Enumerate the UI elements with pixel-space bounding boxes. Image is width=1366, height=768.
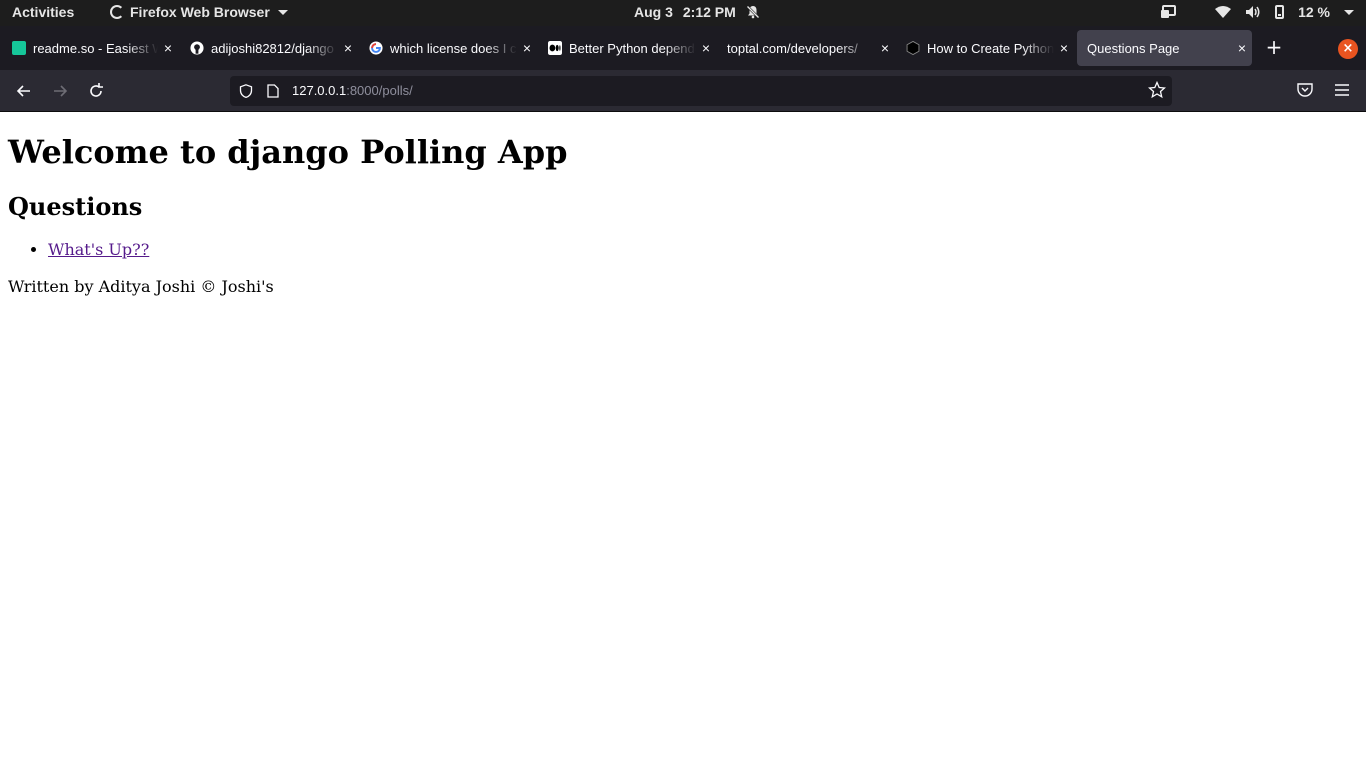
tab-title: readme.so - Easiest Way to Write a READM… bbox=[33, 40, 158, 56]
close-icon[interactable]: × bbox=[158, 40, 178, 56]
tab-title: which license does I choose bbox=[390, 40, 517, 56]
clock[interactable]: Aug 3 2:12 PM bbox=[634, 4, 760, 20]
tab-toptal[interactable]: toptal.com/developers/ × bbox=[717, 30, 895, 66]
page-content: Welcome to django Polling App Questions … bbox=[0, 112, 1366, 768]
bookmark-star-icon[interactable] bbox=[1148, 81, 1166, 99]
readme-so-icon bbox=[12, 41, 26, 55]
question-link[interactable]: What's Up?? bbox=[48, 240, 149, 259]
page-title: Welcome to django Polling App bbox=[8, 133, 568, 171]
footer-text: Written by Aditya Joshi © Joshi's bbox=[8, 277, 274, 296]
page-info-icon[interactable] bbox=[267, 84, 279, 98]
tab-medium[interactable]: Better Python dependency × bbox=[538, 30, 716, 66]
close-icon[interactable]: × bbox=[696, 40, 716, 56]
time-label: 2:12 PM bbox=[682, 4, 736, 20]
medium-icon bbox=[548, 41, 562, 55]
list-item: What's Up?? bbox=[48, 240, 149, 259]
chevron-down-icon bbox=[1344, 9, 1354, 15]
hexagon-icon bbox=[906, 41, 920, 55]
back-arrow-icon[interactable] bbox=[12, 80, 36, 102]
github-icon bbox=[190, 41, 204, 55]
wifi-icon bbox=[1215, 6, 1232, 18]
screen-share-icon bbox=[1161, 5, 1177, 18]
tab-title: How to Create Python bbox=[927, 40, 1054, 56]
new-tab-button[interactable]: + bbox=[1264, 37, 1284, 58]
battery-icon bbox=[1275, 5, 1285, 19]
shield-icon[interactable] bbox=[239, 84, 253, 98]
close-icon[interactable]: × bbox=[1054, 40, 1074, 56]
volume-icon bbox=[1246, 6, 1260, 18]
tab-title: Better Python dependency bbox=[569, 40, 696, 56]
date-label: Aug 3 bbox=[634, 4, 673, 20]
system-top-bar: Activities Firefox Web Browser Aug 3 2:1… bbox=[0, 0, 1366, 26]
tab-title: toptal.com/developers/ bbox=[727, 40, 858, 56]
pocket-icon[interactable] bbox=[1296, 81, 1314, 99]
window-close-button[interactable]: × bbox=[1338, 39, 1358, 59]
tab-strip: readme.so - Easiest Way to Write a READM… bbox=[0, 26, 1366, 70]
reload-icon[interactable] bbox=[84, 80, 108, 102]
navigation-toolbar: 127.0.0.1:8000/polls/ bbox=[0, 70, 1366, 112]
close-icon[interactable]: × bbox=[517, 40, 537, 56]
battery-percentage: 12 % bbox=[1298, 4, 1330, 20]
questions-heading: Questions bbox=[8, 192, 143, 221]
tab-title: Questions Page bbox=[1087, 40, 1180, 56]
url-text[interactable]: 127.0.0.1:8000/polls/ bbox=[292, 83, 413, 98]
tab-questions-page[interactable]: Questions Page × bbox=[1077, 30, 1252, 66]
tab-title: adijoshi82812/django bbox=[211, 40, 334, 56]
hamburger-menu-icon[interactable] bbox=[1333, 82, 1351, 98]
activities-button[interactable]: Activities bbox=[12, 4, 74, 20]
close-icon[interactable]: × bbox=[338, 40, 358, 56]
url-host: 127.0.0.1 bbox=[292, 83, 347, 98]
close-icon[interactable]: × bbox=[875, 40, 895, 56]
system-tray[interactable]: 12 % bbox=[1161, 4, 1354, 20]
tab-google[interactable]: which license does I choose × bbox=[359, 30, 537, 66]
app-name: Firefox Web Browser bbox=[130, 4, 270, 20]
app-menu[interactable]: Firefox Web Browser bbox=[110, 4, 288, 20]
tab-github[interactable]: adijoshi82812/django × bbox=[180, 30, 358, 66]
tab-python-tutorial[interactable]: How to Create Python × bbox=[896, 30, 1074, 66]
chevron-down-icon bbox=[277, 9, 288, 15]
url-bar[interactable]: 127.0.0.1:8000/polls/ bbox=[230, 76, 1172, 106]
url-path: :8000/polls/ bbox=[346, 83, 413, 98]
google-icon bbox=[369, 41, 383, 55]
tab-readme-so[interactable]: readme.so - Easiest Way to Write a READM… bbox=[2, 30, 178, 66]
questions-list: What's Up?? bbox=[48, 240, 149, 259]
notifications-muted-icon bbox=[745, 5, 760, 19]
forward-arrow-icon[interactable] bbox=[48, 80, 72, 102]
firefox-icon bbox=[110, 5, 124, 19]
close-icon[interactable]: × bbox=[1232, 40, 1252, 56]
